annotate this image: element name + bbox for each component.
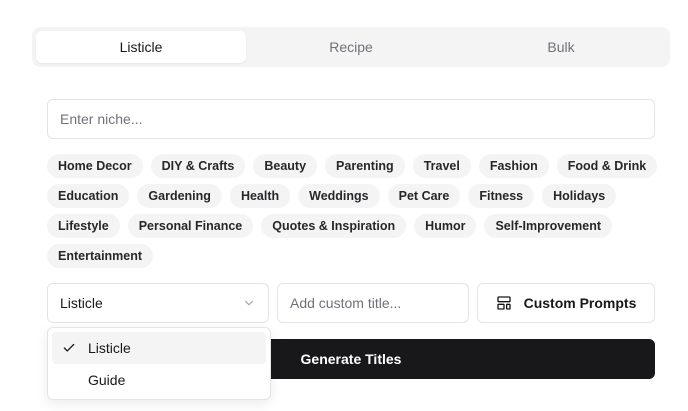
- niche-chip-fashion[interactable]: Fashion: [478, 154, 549, 178]
- niche-chip-holidays[interactable]: Holidays: [542, 184, 617, 208]
- niche-chip-travel[interactable]: Travel: [412, 154, 471, 178]
- niche-chip-humor[interactable]: Humor: [414, 214, 477, 238]
- niche-input[interactable]: [47, 99, 655, 139]
- niche-chip-personal-finance[interactable]: Personal Finance: [127, 214, 254, 238]
- type-option-label: Guide: [88, 372, 126, 388]
- type-option-listicle[interactable]: Listicle: [52, 332, 266, 364]
- niche-chip-quotes-inspiration[interactable]: Quotes & Inspiration: [261, 214, 407, 238]
- type-select[interactable]: Listicle: [47, 283, 269, 323]
- niche-chip-health[interactable]: Health: [229, 184, 291, 208]
- niche-chip-food-drink[interactable]: Food & Drink: [556, 154, 658, 178]
- tab-recipe[interactable]: Recipe: [246, 31, 456, 63]
- type-option-guide[interactable]: Guide: [52, 364, 266, 396]
- niche-chip-beauty[interactable]: Beauty: [253, 154, 318, 178]
- niche-chip-parenting[interactable]: Parenting: [325, 154, 405, 178]
- niche-chip-home-decor[interactable]: Home Decor: [47, 154, 143, 178]
- type-select-value: Listicle: [60, 295, 103, 311]
- niche-chip-self-improvement[interactable]: Self-Improvement: [484, 214, 613, 238]
- custom-prompts-label: Custom Prompts: [523, 295, 637, 311]
- niche-chip-pet-care[interactable]: Pet Care: [387, 184, 461, 208]
- niche-chip-fitness[interactable]: Fitness: [468, 184, 535, 208]
- mode-tabs: Listicle Recipe Bulk: [32, 27, 670, 67]
- type-option-label: Listicle: [88, 340, 131, 356]
- tab-bulk[interactable]: Bulk: [456, 31, 666, 63]
- check-icon: [62, 341, 76, 355]
- niche-chip-list: Home Decor DIY & Crafts Beauty Parenting…: [47, 154, 667, 268]
- custom-title-input[interactable]: [277, 283, 469, 323]
- niche-chip-weddings[interactable]: Weddings: [298, 184, 380, 208]
- layout-template-icon: [496, 295, 512, 311]
- niche-chip-education[interactable]: Education: [47, 184, 130, 208]
- niche-chip-lifestyle[interactable]: Lifestyle: [47, 214, 120, 238]
- niche-chip-gardening[interactable]: Gardening: [137, 184, 222, 208]
- niche-chip-diy-crafts[interactable]: DIY & Crafts: [150, 154, 246, 178]
- type-select-dropdown: Listicle Guide: [47, 327, 271, 400]
- tab-listicle[interactable]: Listicle: [36, 31, 246, 63]
- generate-titles-label: Generate Titles: [300, 351, 402, 367]
- niche-chip-entertainment[interactable]: Entertainment: [47, 244, 154, 268]
- custom-prompts-button[interactable]: Custom Prompts: [477, 283, 655, 323]
- chevron-down-icon: [242, 296, 256, 310]
